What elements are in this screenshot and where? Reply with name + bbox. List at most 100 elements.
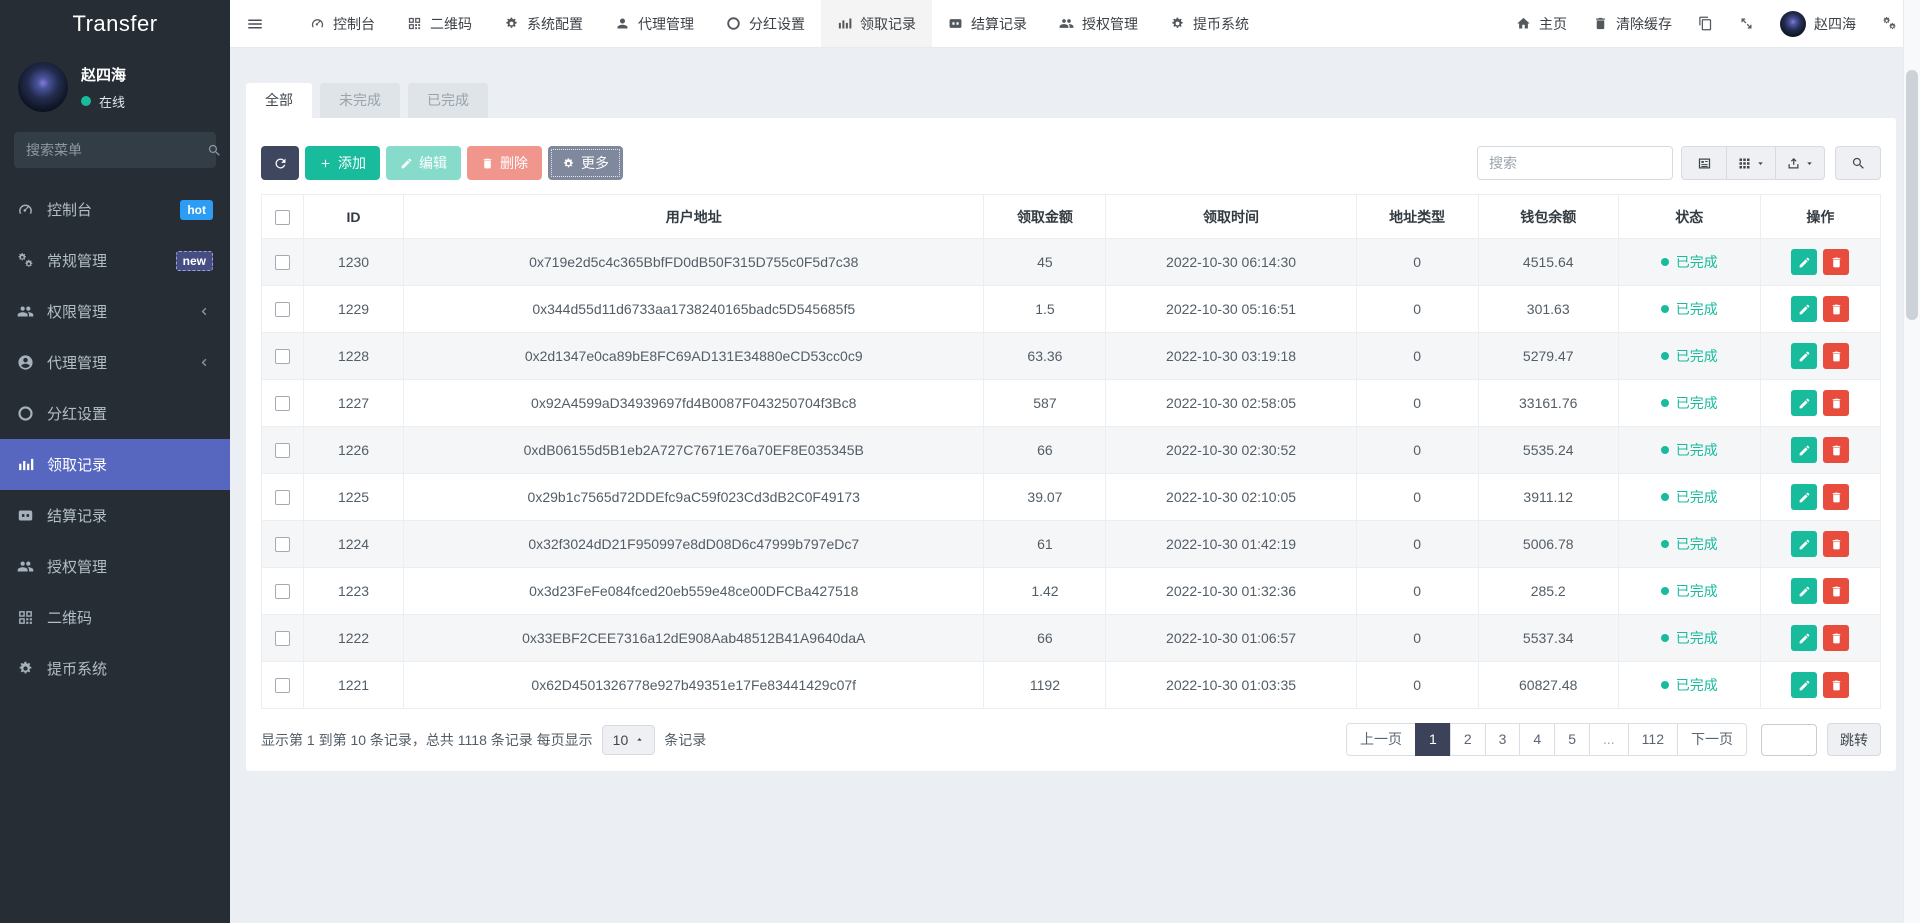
prev-page-button[interactable]: 上一页 bbox=[1346, 723, 1416, 756]
cell-time: 2022-10-30 01:06:57 bbox=[1106, 615, 1356, 662]
avatar[interactable] bbox=[18, 62, 68, 112]
row-checkbox[interactable] bbox=[275, 443, 290, 458]
nav-item-system-config[interactable]: 系统配置 bbox=[488, 0, 599, 47]
delete-row-button[interactable] bbox=[1823, 484, 1849, 510]
edit-row-button[interactable] bbox=[1791, 625, 1817, 651]
cell-id: 1222 bbox=[304, 615, 404, 662]
sidebar-item-claim-records[interactable]: 领取记录 bbox=[0, 439, 230, 490]
tab-finished[interactable]: 已完成 bbox=[408, 83, 488, 118]
row-checkbox[interactable] bbox=[275, 349, 290, 364]
sidebar-item-qrcode[interactable]: 二维码 bbox=[0, 592, 230, 643]
cell-address-type: 0 bbox=[1356, 474, 1478, 521]
edit-row-button[interactable] bbox=[1791, 343, 1817, 369]
fullscreen-button[interactable] bbox=[1726, 0, 1767, 47]
sidebar-item-permission[interactable]: 权限管理 bbox=[0, 286, 230, 337]
delete-row-button[interactable] bbox=[1823, 625, 1849, 651]
scrollbar-thumb[interactable] bbox=[1906, 70, 1918, 320]
select-all-checkbox[interactable] bbox=[275, 210, 290, 225]
cell-time: 2022-10-30 01:32:36 bbox=[1106, 568, 1356, 615]
page-button-5[interactable]: 5 bbox=[1554, 723, 1590, 756]
scrollbar[interactable] bbox=[1903, 0, 1920, 923]
delete-row-button[interactable] bbox=[1823, 672, 1849, 698]
edit-row-button[interactable] bbox=[1791, 296, 1817, 322]
page-size-select[interactable]: 10 bbox=[602, 725, 656, 755]
jump-button[interactable]: 跳转 bbox=[1827, 723, 1881, 756]
row-checkbox[interactable] bbox=[275, 396, 290, 411]
tab-unfinished[interactable]: 未完成 bbox=[320, 83, 400, 118]
caret-down-icon bbox=[1805, 159, 1814, 168]
edit-row-button[interactable] bbox=[1791, 578, 1817, 604]
table-search-input[interactable] bbox=[1477, 146, 1673, 180]
home-button[interactable]: 主页 bbox=[1503, 0, 1580, 47]
edit-row-button[interactable] bbox=[1791, 484, 1817, 510]
nav-item-qrcode[interactable]: 二维码 bbox=[391, 0, 488, 47]
page-button-4[interactable]: 4 bbox=[1519, 723, 1555, 756]
sidebar-item-settlement-records[interactable]: 结算记录 bbox=[0, 490, 230, 541]
detail-view-button[interactable] bbox=[1681, 146, 1727, 180]
table-row: 12210x62D4501326778e927b49351e17Fe834414… bbox=[262, 662, 1881, 709]
nav-item-agent[interactable]: 代理管理 bbox=[599, 0, 710, 47]
row-checkbox[interactable] bbox=[275, 302, 290, 317]
sidebar-item-dividend[interactable]: 分红设置 bbox=[0, 388, 230, 439]
page-button-1[interactable]: 1 bbox=[1415, 723, 1451, 756]
add-button[interactable]: 添加 bbox=[305, 146, 380, 180]
copy-button[interactable] bbox=[1685, 0, 1726, 47]
nav-item-withdraw[interactable]: 提币系统 bbox=[1154, 0, 1265, 47]
clear-cache-button[interactable]: 清除缓存 bbox=[1580, 0, 1685, 47]
delete-button[interactable]: 删除 bbox=[467, 146, 542, 180]
edit-button[interactable]: 编辑 bbox=[386, 146, 461, 180]
jump-page-input[interactable] bbox=[1761, 724, 1817, 756]
columns-button[interactable] bbox=[1726, 146, 1776, 180]
nav-item-dividend[interactable]: 分红设置 bbox=[710, 0, 821, 47]
nav-item-dashboard[interactable]: 控制台 bbox=[294, 0, 391, 47]
delete-row-button[interactable] bbox=[1823, 531, 1849, 557]
nav-item-settlement-records[interactable]: 结算记录 bbox=[932, 0, 1043, 47]
delete-row-button[interactable] bbox=[1823, 437, 1849, 463]
sidebar-item-general[interactable]: 常规管理new bbox=[0, 235, 230, 286]
row-checkbox[interactable] bbox=[275, 490, 290, 505]
user-menu[interactable]: 赵四海 bbox=[1767, 0, 1869, 47]
tab-all[interactable]: 全部 bbox=[246, 83, 312, 118]
sidebar-item-label: 分红设置 bbox=[47, 403, 107, 424]
cell-time: 2022-10-30 02:58:05 bbox=[1106, 380, 1356, 427]
trash-icon bbox=[1830, 679, 1843, 692]
row-checkbox[interactable] bbox=[275, 584, 290, 599]
row-checkbox[interactable] bbox=[275, 631, 290, 646]
edit-row-button[interactable] bbox=[1791, 437, 1817, 463]
row-checkbox[interactable] bbox=[275, 537, 290, 552]
page-button-2[interactable]: 2 bbox=[1450, 723, 1486, 756]
edit-row-button[interactable] bbox=[1791, 390, 1817, 416]
delete-row-button[interactable] bbox=[1823, 296, 1849, 322]
edit-row-button[interactable] bbox=[1791, 672, 1817, 698]
delete-row-button[interactable] bbox=[1823, 578, 1849, 604]
delete-row-button[interactable] bbox=[1823, 343, 1849, 369]
delete-row-button[interactable] bbox=[1823, 390, 1849, 416]
sidebar-item-authorization[interactable]: 授权管理 bbox=[0, 541, 230, 592]
edit-row-button[interactable] bbox=[1791, 531, 1817, 557]
sidebar-item-dashboard[interactable]: 控制台hot bbox=[0, 184, 230, 235]
refresh-button[interactable] bbox=[261, 146, 299, 180]
cell-id: 1227 bbox=[304, 380, 404, 427]
page-button-112[interactable]: 112 bbox=[1628, 723, 1678, 756]
more-button[interactable]: 更多 bbox=[548, 146, 623, 180]
sidebar-toggle-button[interactable] bbox=[230, 0, 280, 47]
sidebar-item-agent[interactable]: 代理管理 bbox=[0, 337, 230, 388]
col-id: ID bbox=[304, 195, 404, 239]
next-page-button[interactable]: 下一页 bbox=[1677, 723, 1747, 756]
edit-row-button[interactable] bbox=[1791, 249, 1817, 275]
export-icon bbox=[1786, 156, 1801, 171]
row-checkbox[interactable] bbox=[275, 678, 290, 693]
cell-balance: 5537.34 bbox=[1478, 615, 1618, 662]
menu-search-input[interactable] bbox=[26, 142, 207, 158]
sidebar-item-withdraw[interactable]: 提币系统 bbox=[0, 643, 230, 694]
row-checkbox[interactable] bbox=[275, 255, 290, 270]
nav-item-claim-records[interactable]: 领取记录 bbox=[821, 0, 932, 47]
cell-address: 0x33EBF2CEE7316a12dE908Aab48512B41A9640d… bbox=[404, 615, 984, 662]
search-button[interactable] bbox=[1835, 146, 1881, 180]
export-button[interactable] bbox=[1775, 146, 1825, 180]
nav-item-authorization[interactable]: 授权管理 bbox=[1043, 0, 1154, 47]
delete-row-button[interactable] bbox=[1823, 249, 1849, 275]
toolbar: 添加 编辑 删除 更多 bbox=[261, 146, 1881, 180]
cell-balance: 5006.78 bbox=[1478, 521, 1618, 568]
page-button-3[interactable]: 3 bbox=[1485, 723, 1521, 756]
